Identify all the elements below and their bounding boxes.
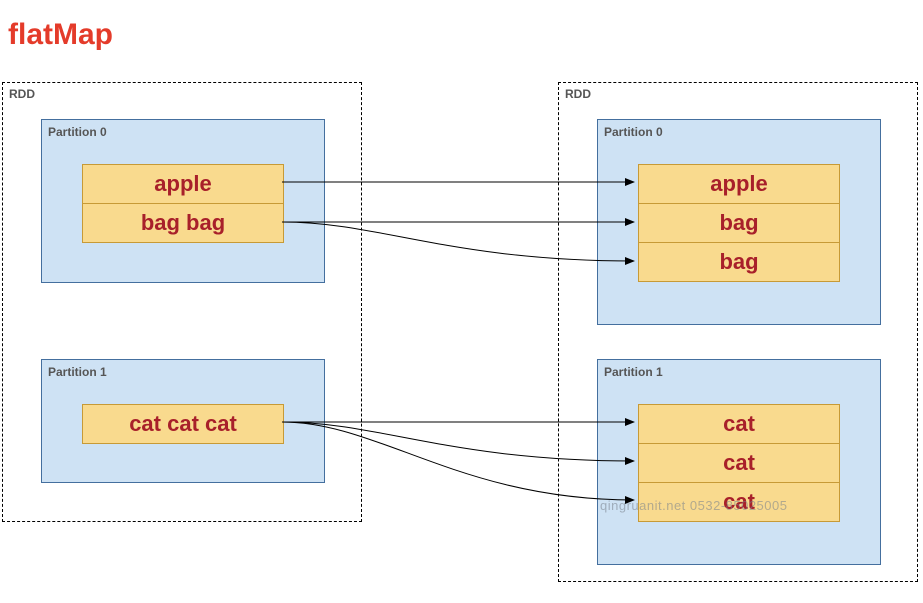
data-cell: cat cat cat — [82, 404, 284, 444]
right-partition-0: Partition 0 apple bag bag — [597, 119, 881, 325]
data-cell: apple — [638, 164, 840, 204]
left-partition-1: Partition 1 cat cat cat — [41, 359, 325, 483]
data-cell: bag — [638, 242, 840, 282]
right-partition-1-label: Partition 1 — [604, 365, 663, 379]
left-rdd-container: RDD Partition 0 apple bag bag Partition … — [2, 82, 362, 522]
right-rdd-label: RDD — [565, 87, 591, 101]
right-partition-0-label: Partition 0 — [604, 125, 663, 139]
right-partition-1: Partition 1 cat cat cat — [597, 359, 881, 565]
diagram-title: flatMap — [8, 18, 113, 52]
data-cell: cat — [638, 443, 840, 483]
left-partition-1-cells: cat cat cat — [82, 404, 284, 444]
data-cell: apple — [82, 164, 284, 204]
data-cell: cat — [638, 404, 840, 444]
watermark-text: qingruanit.net 0532-85025005 — [600, 498, 787, 513]
left-partition-1-label: Partition 1 — [48, 365, 107, 379]
left-partition-0: Partition 0 apple bag bag — [41, 119, 325, 283]
left-rdd-label: RDD — [9, 87, 35, 101]
left-partition-0-cells: apple bag bag — [82, 164, 284, 243]
data-cell: bag — [638, 203, 840, 243]
right-partition-0-cells: apple bag bag — [638, 164, 840, 282]
left-partition-0-label: Partition 0 — [48, 125, 107, 139]
data-cell: bag bag — [82, 203, 284, 243]
